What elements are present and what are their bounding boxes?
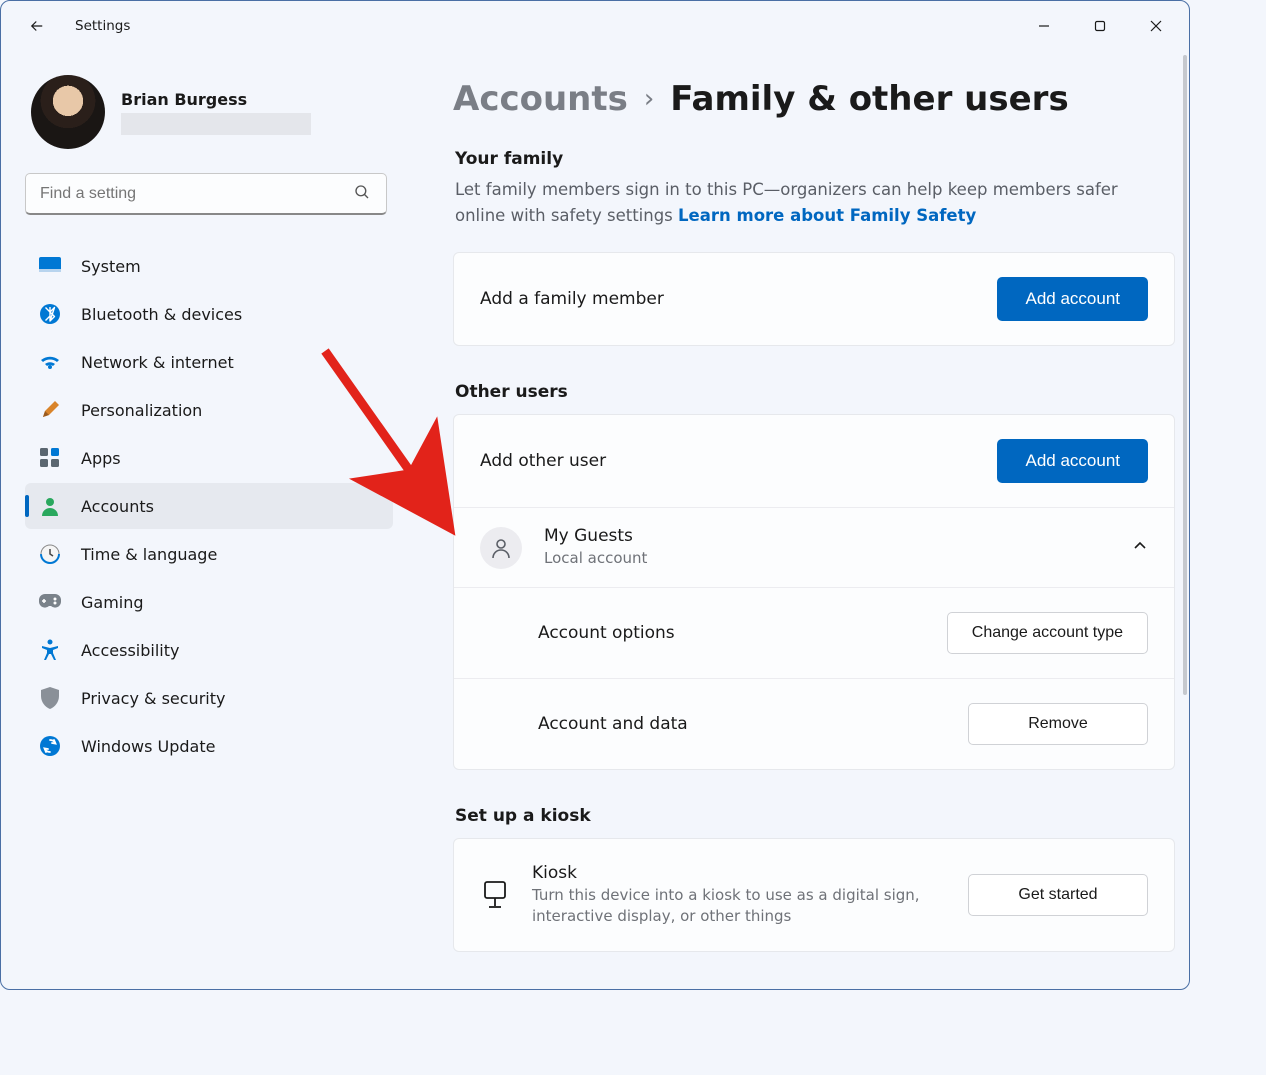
gamepad-icon xyxy=(39,591,61,613)
section-title-family: Your family xyxy=(455,149,1175,169)
breadcrumb-parent[interactable]: Accounts xyxy=(453,79,628,119)
page-title: Family & other users xyxy=(670,79,1068,119)
nav-item-update[interactable]: Windows Update xyxy=(25,723,393,769)
titlebar: Settings xyxy=(1,1,1189,51)
accessibility-icon xyxy=(39,639,61,661)
user-avatar-icon xyxy=(480,527,522,569)
app-title: Settings xyxy=(75,18,130,34)
remove-account-button[interactable]: Remove xyxy=(968,703,1148,745)
minimize-button[interactable] xyxy=(1017,6,1071,46)
nav-item-system[interactable]: System xyxy=(25,243,393,289)
brush-icon xyxy=(39,399,61,421)
close-icon xyxy=(1150,20,1162,32)
nav-label: Gaming xyxy=(81,593,144,612)
apps-icon xyxy=(39,447,61,469)
arrow-left-icon xyxy=(28,17,46,35)
wifi-icon xyxy=(39,351,61,373)
chevron-right-icon: › xyxy=(644,84,654,114)
nav-item-accessibility[interactable]: Accessibility xyxy=(25,627,393,673)
clock-icon xyxy=(39,543,61,565)
account-data-label: Account and data xyxy=(538,714,688,734)
search-input[interactable] xyxy=(25,173,387,215)
nav-label: Time & language xyxy=(81,545,217,564)
guest-type: Local account xyxy=(544,548,647,569)
profile-email-redacted xyxy=(121,113,311,135)
nav-item-network[interactable]: Network & internet xyxy=(25,339,393,385)
minimize-icon xyxy=(1038,20,1050,32)
change-account-type-button[interactable]: Change account type xyxy=(947,612,1148,654)
kiosk-title: Kiosk xyxy=(532,863,952,883)
nav-item-bluetooth[interactable]: Bluetooth & devices xyxy=(25,291,393,337)
nav-item-privacy[interactable]: Privacy & security xyxy=(25,675,393,721)
guest-user-row[interactable]: My Guests Local account xyxy=(454,508,1174,588)
nav-label: Bluetooth & devices xyxy=(81,305,242,324)
other-users-card: Add other user Add account My Guests Loc… xyxy=(453,414,1175,770)
family-safety-link[interactable]: Learn more about Family Safety xyxy=(678,206,976,225)
guest-name: My Guests xyxy=(544,526,647,546)
nav-label: Accounts xyxy=(81,497,154,516)
nav-item-personalization[interactable]: Personalization xyxy=(25,387,393,433)
add-other-label: Add other user xyxy=(480,451,606,471)
chevron-up-icon xyxy=(1132,538,1148,558)
kiosk-card: Kiosk Turn this device into a kiosk to u… xyxy=(453,838,1175,952)
sidebar: Brian Burgess System Bluetooth & devices… xyxy=(1,51,411,989)
window-controls xyxy=(1017,6,1183,46)
breadcrumb: Accounts › Family & other users xyxy=(453,79,1175,119)
nav-label: Windows Update xyxy=(81,737,215,756)
nav-label: Network & internet xyxy=(81,353,234,372)
family-card: Add a family member Add account xyxy=(453,252,1175,346)
section-title-kiosk: Set up a kiosk xyxy=(455,806,1175,826)
nav-item-accounts[interactable]: Accounts xyxy=(25,483,393,529)
profile-name: Brian Burgess xyxy=(121,90,311,109)
nav-label: System xyxy=(81,257,141,276)
back-button[interactable] xyxy=(17,6,57,46)
section-desc-family: Let family members sign in to this PC—or… xyxy=(455,177,1155,228)
section-title-other: Other users xyxy=(455,382,1175,402)
profile-block[interactable]: Brian Burgess xyxy=(25,75,401,149)
nav-label: Apps xyxy=(81,449,121,468)
nav-label: Accessibility xyxy=(81,641,179,660)
nav-label: Personalization xyxy=(81,401,202,420)
shield-icon xyxy=(39,687,61,709)
search-container xyxy=(25,173,401,215)
nav-item-apps[interactable]: Apps xyxy=(25,435,393,481)
nav-item-gaming[interactable]: Gaming xyxy=(25,579,393,625)
account-options-label: Account options xyxy=(538,623,675,643)
add-family-label: Add a family member xyxy=(480,289,664,309)
maximize-icon xyxy=(1094,20,1106,32)
nav-label: Privacy & security xyxy=(81,689,225,708)
kiosk-icon xyxy=(480,880,510,910)
system-icon xyxy=(39,255,61,277)
kiosk-get-started-button[interactable]: Get started xyxy=(968,874,1148,916)
add-other-account-button[interactable]: Add account xyxy=(997,439,1148,483)
maximize-button[interactable] xyxy=(1073,6,1127,46)
avatar xyxy=(31,75,105,149)
bluetooth-icon xyxy=(39,303,61,325)
kiosk-desc: Turn this device into a kiosk to use as … xyxy=(532,885,952,927)
add-family-account-button[interactable]: Add account xyxy=(997,277,1148,321)
update-icon xyxy=(39,735,61,757)
close-button[interactable] xyxy=(1129,6,1183,46)
nav-list: System Bluetooth & devices Network & int… xyxy=(25,243,401,769)
content-area: Accounts › Family & other users Your fam… xyxy=(411,51,1189,989)
nav-item-time[interactable]: Time & language xyxy=(25,531,393,577)
scrollbar[interactable] xyxy=(1183,55,1187,695)
person-icon xyxy=(39,495,61,517)
